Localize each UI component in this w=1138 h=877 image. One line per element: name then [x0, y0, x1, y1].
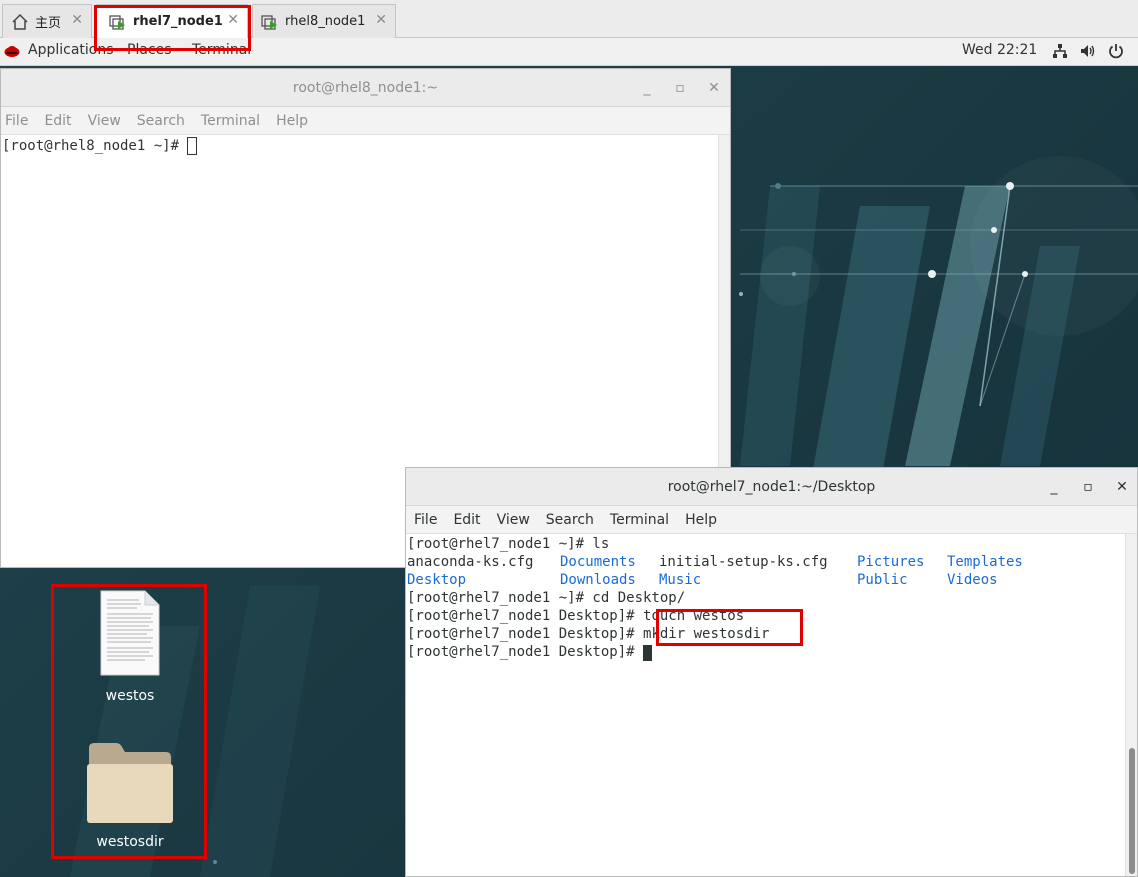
menu-edit[interactable]: Edit: [44, 113, 71, 129]
vm-icon: [261, 14, 277, 30]
home-icon: [12, 13, 28, 30]
scrollbar[interactable]: [1125, 534, 1137, 876]
menu-help[interactable]: Help: [685, 512, 717, 528]
window-title: root@rhel8_node1:~: [292, 80, 439, 96]
ls-output-row: Desktop Downloads Music Public Videos: [407, 571, 1137, 589]
tab-home-close-icon[interactable]: ✕: [71, 12, 83, 28]
ls-dir: Downloads: [560, 572, 636, 588]
prompt-line: [root@rhel8_node1 ~]#: [2, 138, 188, 154]
window-titlebar[interactable]: root@rhel8_node1:~ _ ▫ ✕: [1, 69, 730, 107]
ls-dir: Templates: [947, 554, 1023, 570]
menubar: File Edit View Search Terminal Help: [1, 107, 730, 135]
highlight-box-desktop-icons: [51, 584, 207, 859]
menubar: File Edit View Search Terminal Help: [406, 506, 1137, 534]
tab-rhel8-node1[interactable]: rhel8_node1 ✕: [252, 4, 396, 38]
redhat-logo-icon: [4, 46, 20, 57]
scrollbar-thumb[interactable]: [1129, 748, 1135, 874]
ls-dir: Music: [659, 572, 702, 588]
menu-search[interactable]: Search: [137, 113, 185, 129]
menu-terminal[interactable]: Terminal: [610, 512, 669, 528]
ls-file: anaconda-ks.cfg: [407, 554, 534, 570]
ls-file: initial-setup-ks.cfg: [659, 554, 828, 570]
output-line: [root@rhel7_node1 ~]# cd Desktop/: [407, 590, 686, 606]
ls-dir: Desktop: [407, 572, 467, 588]
menu-view[interactable]: View: [88, 113, 121, 129]
maximize-icon[interactable]: ▫: [670, 69, 690, 107]
highlight-box-commands: [656, 609, 803, 646]
volume-icon[interactable]: [1079, 42, 1097, 60]
output-line: [root@rhel7_node1 ~]# ls: [407, 536, 610, 552]
prompt: [root@rhel7_node1 Desktop]#: [407, 644, 644, 660]
highlight-box-tab: [94, 5, 251, 51]
window-titlebar[interactable]: root@rhel7_node1:~/Desktop _ ▫ ✕: [406, 468, 1137, 506]
network-icon[interactable]: [1051, 42, 1069, 60]
tab-home-label: 主页: [35, 16, 62, 31]
menu-edit[interactable]: Edit: [453, 512, 480, 528]
terminal-output[interactable]: [root@rhel8_node1 ~]#: [1, 135, 730, 155]
minimize-icon[interactable]: _: [637, 69, 657, 107]
minimize-icon[interactable]: _: [1044, 468, 1064, 506]
power-icon[interactable]: [1107, 42, 1125, 60]
clock[interactable]: Wed 22:21: [962, 42, 1037, 58]
tab-rhel8-node1-label: rhel8_node1: [285, 14, 366, 29]
menu-view[interactable]: View: [497, 512, 530, 528]
window-title: root@rhel7_node1:~/Desktop: [667, 479, 876, 495]
ls-dir: Videos: [947, 572, 998, 588]
close-icon[interactable]: ✕: [1112, 468, 1132, 506]
menu-terminal[interactable]: Terminal: [201, 113, 260, 129]
maximize-icon[interactable]: ▫: [1078, 468, 1098, 506]
prompt: [root@rhel7_node1 Desktop]#: [407, 608, 644, 624]
terminal-cursor: [187, 137, 198, 155]
menu-file[interactable]: File: [5, 113, 28, 129]
menu-help[interactable]: Help: [276, 113, 308, 129]
menu-file[interactable]: File: [414, 512, 437, 528]
prompt: [root@rhel7_node1 Desktop]#: [407, 626, 644, 642]
tab-home[interactable]: 主页 ✕: [2, 4, 92, 38]
menu-search[interactable]: Search: [546, 512, 594, 528]
ls-output-row: anaconda-ks.cfg Documents initial-setup-ks…: [407, 553, 1137, 571]
terminal-window-rhel7[interactable]: root@rhel7_node1:~/Desktop _ ▫ ✕ File Ed…: [405, 467, 1138, 877]
close-icon[interactable]: ✕: [704, 69, 724, 107]
terminal-cursor: [643, 645, 653, 661]
ls-dir: Pictures: [857, 554, 925, 570]
ls-dir: Documents: [560, 554, 636, 570]
tab-rhel8-node1-close-icon[interactable]: ✕: [375, 12, 387, 28]
ls-dir: Public: [857, 572, 908, 588]
